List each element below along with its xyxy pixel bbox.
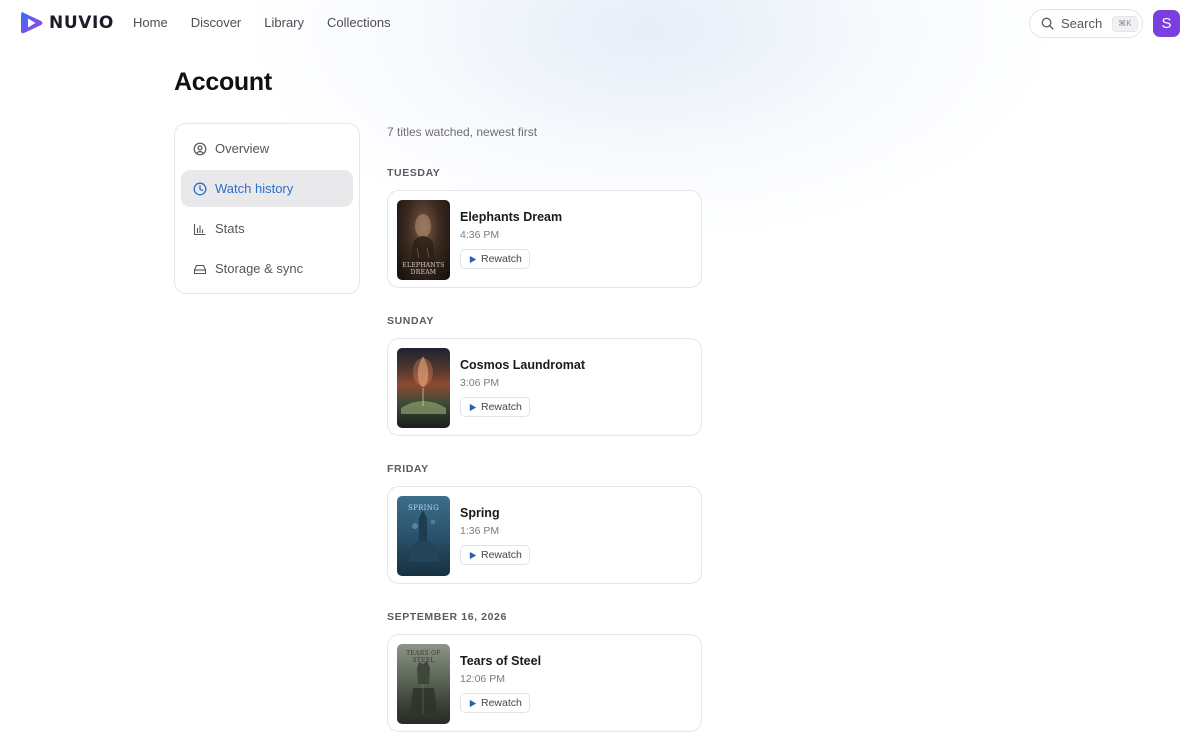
day-label: FRIDAY bbox=[387, 463, 429, 475]
title: Spring bbox=[460, 506, 500, 520]
poster-title: ELEPHANTS DREAM bbox=[402, 262, 445, 276]
poster-image[interactable]: ELEPHANTS DREAM bbox=[397, 200, 450, 280]
page-title: Account bbox=[174, 68, 272, 96]
rewatch-button[interactable]: Rewatch bbox=[460, 693, 530, 713]
user-circle-icon bbox=[193, 142, 207, 156]
title: Elephants Dream bbox=[460, 210, 563, 224]
logo[interactable]: NUVIO bbox=[20, 10, 114, 36]
nav-discover[interactable]: Discover bbox=[191, 15, 242, 31]
search-shortcut: ⌘K bbox=[1112, 15, 1138, 32]
logo-text: NUVIO bbox=[49, 13, 114, 33]
history-summary: 7 titles watched, newest first bbox=[387, 125, 538, 139]
rewatch-button[interactable]: Rewatch bbox=[460, 249, 530, 269]
sidebar-item-storage-sync[interactable]: Storage & sync bbox=[181, 250, 353, 287]
play-icon bbox=[468, 699, 477, 708]
watch-time: 3:06 PM bbox=[460, 377, 500, 389]
play-icon bbox=[468, 551, 477, 560]
day-label: SEPTEMBER 16, 2026 bbox=[387, 611, 507, 623]
rewatch-label: Rewatch bbox=[481, 253, 522, 265]
sidebar-item-label: Watch history bbox=[215, 181, 294, 196]
rewatch-button[interactable]: Rewatch bbox=[460, 397, 530, 417]
sidebar-item-label: Storage & sync bbox=[215, 261, 304, 276]
sidebar-item-label: Stats bbox=[215, 221, 245, 236]
poster-image[interactable] bbox=[397, 348, 450, 428]
search-button[interactable]: Search ⌘K bbox=[1029, 9, 1143, 38]
top-bar: NUVIO Home Discover Library Collections … bbox=[0, 0, 1200, 46]
history-card: TEARS OF STEEL Tears of Steel 12:06 PM R… bbox=[387, 634, 702, 732]
hard-drive-icon bbox=[193, 262, 207, 276]
watch-time: 1:36 PM bbox=[460, 525, 500, 537]
rewatch-label: Rewatch bbox=[481, 401, 522, 413]
bar-chart-icon bbox=[193, 222, 207, 236]
rewatch-button[interactable]: Rewatch bbox=[460, 545, 530, 565]
sidebar-item-label: Overview bbox=[215, 141, 270, 156]
nav-collections[interactable]: Collections bbox=[327, 15, 391, 31]
sidebar-item-overview[interactable]: Overview bbox=[181, 130, 353, 167]
avatar[interactable]: S bbox=[1153, 10, 1180, 37]
rewatch-label: Rewatch bbox=[481, 697, 522, 709]
history-card: Cosmos Laundromat 3:06 PM Rewatch bbox=[387, 338, 702, 436]
search-icon bbox=[1041, 17, 1054, 30]
main-nav: Home Discover Library Collections bbox=[133, 15, 391, 31]
sidebar-item-watch-history[interactable]: Watch history bbox=[181, 170, 353, 207]
poster-image[interactable]: SPRING bbox=[397, 496, 450, 576]
account-sidebar: Overview Watch history Stats Storage & s… bbox=[174, 123, 360, 294]
clock-icon bbox=[193, 182, 207, 196]
play-icon bbox=[468, 255, 477, 264]
watch-time: 4:36 PM bbox=[460, 229, 500, 241]
title: Tears of Steel bbox=[460, 654, 542, 668]
poster-image[interactable]: TEARS OF STEEL bbox=[397, 644, 450, 724]
watch-time: 12:06 PM bbox=[460, 673, 505, 685]
day-label: TUESDAY bbox=[387, 167, 441, 179]
poster-title: SPRING bbox=[407, 504, 440, 512]
sidebar-item-stats[interactable]: Stats bbox=[181, 210, 353, 247]
poster-title: TEARS OF STEEL bbox=[406, 650, 441, 664]
nav-library[interactable]: Library bbox=[264, 15, 304, 31]
day-label: SUNDAY bbox=[387, 315, 434, 327]
title: Cosmos Laundromat bbox=[460, 358, 586, 372]
history-card: SPRING Spring 1:36 PM Rewatch bbox=[387, 486, 702, 584]
play-logo-icon bbox=[21, 12, 43, 34]
search-label: Search bbox=[1061, 16, 1103, 31]
history-card: ELEPHANTS DREAM Elephants Dream 4:36 PM … bbox=[387, 190, 702, 288]
play-icon bbox=[468, 403, 477, 412]
rewatch-label: Rewatch bbox=[481, 549, 522, 561]
nav-home[interactable]: Home bbox=[133, 15, 168, 31]
